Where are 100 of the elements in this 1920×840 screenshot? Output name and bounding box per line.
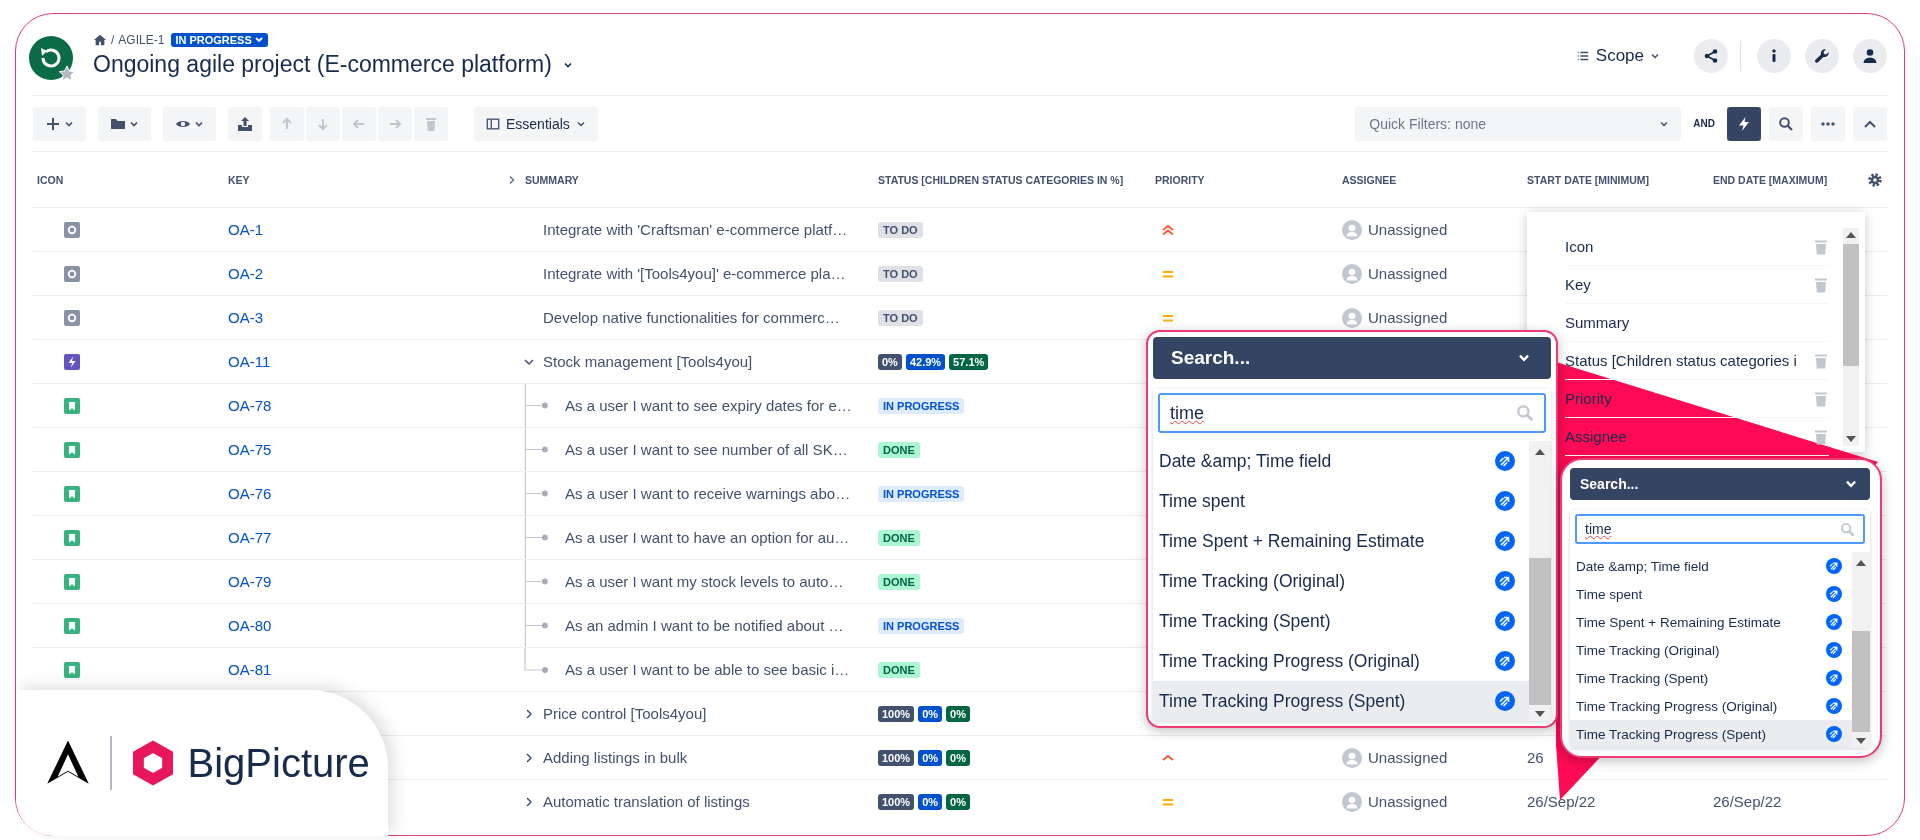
home-icon[interactable] [93,33,107,47]
column-header[interactable]: ICON [37,173,64,186]
field-option[interactable]: Time Tracking (Original) [1570,636,1852,664]
issue-key-link[interactable]: OA-3 [228,309,263,326]
more-button[interactable] [1811,106,1845,141]
field-option[interactable]: Time Tracking Progress (Original) [1570,692,1852,720]
status-percentage: 100% [878,793,915,810]
wrench-button[interactable] [1805,38,1839,73]
search-dropdown[interactable]: Search... [1570,468,1870,500]
chevron-right-icon[interactable] [523,751,535,764]
collapse-button[interactable] [1853,106,1887,141]
bookmark-icon [64,485,80,502]
status-percentage: 42.9% [905,353,946,370]
bookmark-icon [64,529,80,546]
eye-button[interactable] [163,106,216,141]
issue-key-link[interactable]: OA-76 [228,485,272,502]
search-field[interactable]: time [1158,393,1546,433]
field-option[interactable]: Time spent [1570,580,1852,608]
user-button[interactable] [1853,38,1887,73]
search-dropdown[interactable]: Search... [1153,337,1551,379]
status-dropdown[interactable]: IN PROGRESS [171,33,268,47]
column-header[interactable]: SUMMARY [525,173,579,186]
status-lozenge: DONE [878,661,920,678]
scrollbar[interactable] [1529,441,1551,721]
issue-key-link[interactable]: OA-75 [228,441,272,458]
folder-button[interactable] [98,106,151,141]
scope-button[interactable]: Scope [1569,44,1666,67]
summary-text: Adding listings in bulk [543,749,688,766]
field-option[interactable]: Time Spent + Remaining Estimate [1153,521,1529,561]
more-icon [1820,121,1836,126]
bolt-button[interactable] [1727,106,1761,141]
column-option[interactable]: Status [Children status categories i [1565,352,1797,369]
status-lozenge: IN PROGRESS [878,617,965,634]
column-header[interactable]: KEY [228,173,250,186]
breadcrumb-link[interactable]: AGILE-1 [118,33,165,47]
field-option[interactable]: Time Tracking (Original) [1153,561,1529,601]
summary-text: As a user I want to receive warnings abo… [565,485,851,502]
trash-icon[interactable] [1813,428,1829,445]
assignee-name: Unassigned [1368,309,1448,326]
status-lozenge: TO DO [878,265,923,282]
column-header[interactable]: PRIORITY [1155,173,1205,186]
chevron-right-icon[interactable] [507,174,517,185]
column-option[interactable]: Key [1565,276,1591,293]
view-dropdown[interactable]: Essentials [474,106,598,141]
column-option[interactable]: Priority [1565,390,1612,407]
status-percentage: 0% [918,793,943,810]
column-header[interactable]: END DATE [MAXIMUM] [1713,173,1828,186]
start-date: 26/Sep/22 [1527,793,1596,810]
export-button[interactable] [228,106,262,141]
summary-text: Price control [Tools4you] [543,705,707,722]
search-field[interactable]: time [1575,514,1865,544]
wrench-icon [1814,47,1830,64]
issue-key-link[interactable]: OA-78 [228,397,272,414]
avatar-icon [1342,307,1362,328]
summary-text: Develop native functionalities for commerc… [543,309,840,326]
info-button[interactable] [1757,38,1791,73]
add-button[interactable] [33,106,86,141]
field-option[interactable]: Date &amp; Time field [1153,441,1529,481]
summary-text: As a user I want to be able to see basic i… [565,661,850,678]
search-icon [1778,115,1794,132]
issue-key-link[interactable]: OA-1 [228,221,263,238]
bookmark-icon [64,573,80,590]
column-option[interactable]: Summary [1565,314,1630,331]
settings-icon[interactable] [1867,171,1883,188]
summary-text: Integrate with 'Craftsman' e-commerce platf… [543,221,848,238]
issue-key-link[interactable]: OA-77 [228,529,272,546]
logic-toggle[interactable]: AND [1693,118,1715,129]
avatar-icon [1342,263,1362,284]
issue-key-link[interactable]: OA-81 [228,661,272,678]
share-icon [1703,47,1719,64]
assignee-name: Unassigned [1368,793,1448,810]
field-option[interactable]: Time Tracking Progress (Original) [1153,641,1529,681]
quick-filter-select[interactable]: Quick Filters: none [1355,106,1682,141]
column-option[interactable]: Icon [1565,238,1594,255]
issue-key-link[interactable]: OA-11 [228,353,271,370]
search-button[interactable] [1769,106,1803,141]
search-icon [1840,521,1855,537]
assignee-name: Unassigned [1368,749,1448,766]
issue-key-link[interactable]: OA-79 [228,573,272,590]
issue-key-link[interactable]: OA-80 [228,617,272,634]
scrollbar[interactable] [1852,552,1870,748]
share-button[interactable] [1694,38,1728,73]
field-option[interactable]: Date &amp; Time field [1570,552,1852,580]
assignee-name: Unassigned [1368,221,1448,238]
field-option[interactable]: Time Tracking Progress (Spent) [1570,720,1852,748]
chevron-right-icon[interactable] [523,795,535,808]
column-option[interactable]: Assignee [1565,428,1627,445]
field-option[interactable]: Time spent [1153,481,1529,521]
scrollbar[interactable] [1843,228,1859,446]
field-option[interactable]: Time Tracking (Spent) [1570,664,1852,692]
column-header[interactable]: START DATE [MINIMUM] [1527,173,1650,186]
field-option[interactable]: Time Spent + Remaining Estimate [1570,608,1852,636]
field-option[interactable]: Time Tracking Progress (Spent) [1153,681,1529,721]
status-lozenge: IN PROGRESS [878,485,965,502]
field-option[interactable]: Time Tracking (Spent) [1153,601,1529,641]
chevron-right-icon[interactable] [523,707,535,720]
column-header[interactable]: ASSIGNEE [1342,173,1397,186]
column-header[interactable]: STATUS [CHILDREN STATUS CATEGORIES IN %] [878,173,1124,186]
bookmark-icon [64,617,80,634]
issue-key-link[interactable]: OA-2 [228,265,263,282]
